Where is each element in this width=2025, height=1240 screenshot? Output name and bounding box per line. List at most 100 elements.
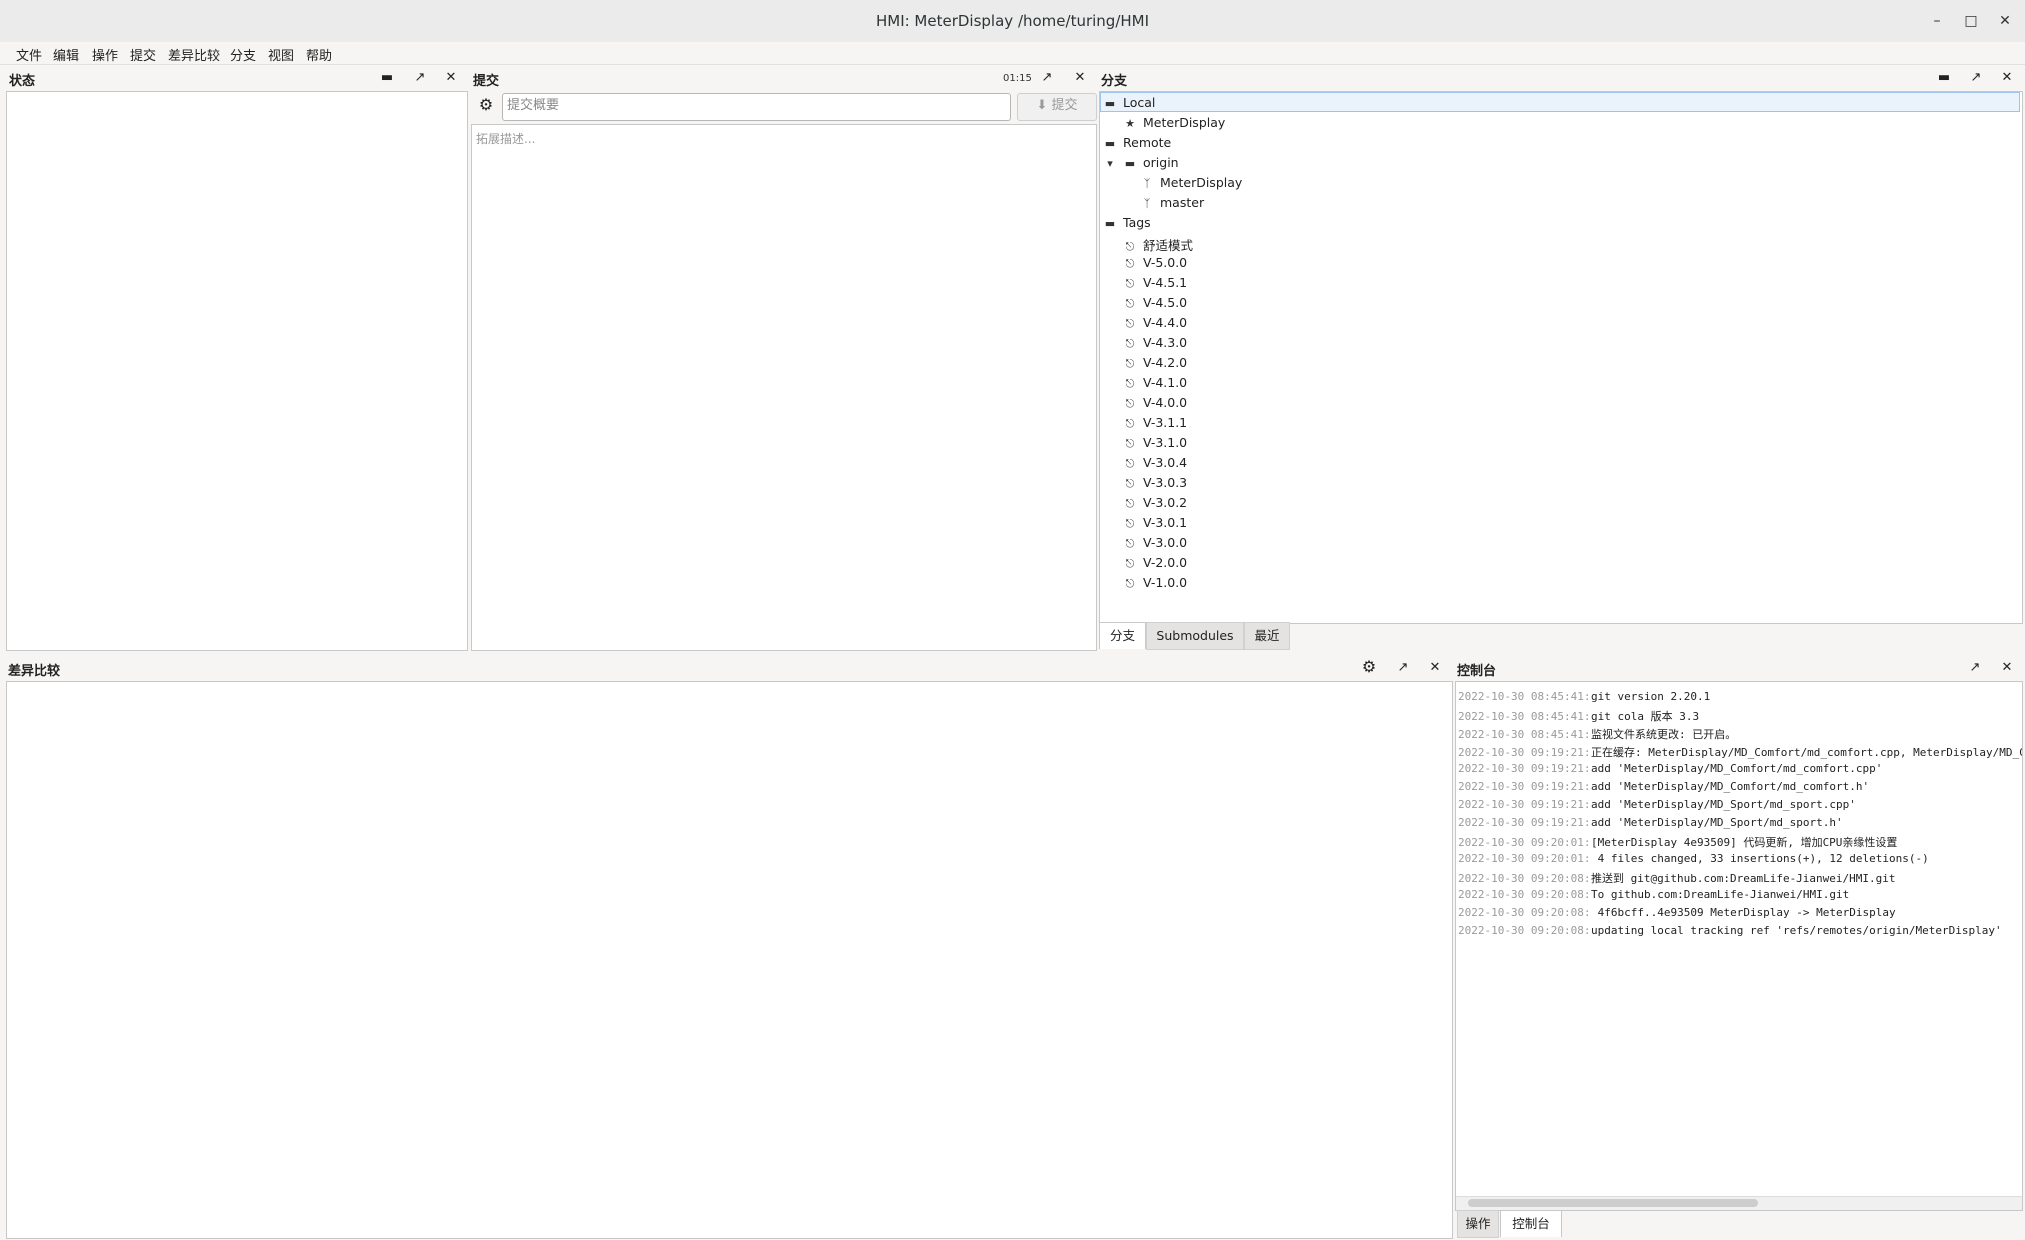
- tree-tag[interactable]: ⎋ V-4.5.0: [1123, 295, 1188, 311]
- log-line: 2022-10-30 08:45:41:监视文件系统更改: 已开启。: [1458, 728, 1737, 741]
- tree-tag[interactable]: ⎋ V-4.1.0: [1123, 375, 1188, 391]
- tag-icon: ⎋: [1125, 417, 1135, 430]
- tree-tag[interactable]: ⎋ V-3.0.0: [1123, 535, 1188, 551]
- tree-tag[interactable]: ⎋ V-3.1.0: [1123, 435, 1188, 451]
- tree-tag[interactable]: ⎋ V-1.0.0: [1123, 575, 1188, 591]
- tree-tags[interactable]: ▬ Tags: [1103, 215, 1151, 230]
- close-icon[interactable]: ✕: [1998, 659, 2016, 677]
- branch-tree[interactable]: [1099, 91, 2023, 624]
- collapse-icon: ▬: [1104, 217, 1116, 230]
- tree-tag[interactable]: ⎋ V-3.0.2: [1123, 495, 1188, 511]
- tree-tag[interactable]: ⎋ V-4.4.0: [1123, 315, 1188, 331]
- tag-icon: ⎋: [1125, 477, 1135, 490]
- log-line: 2022-10-30 09:19:21:add 'MeterDisplay/MD…: [1458, 798, 1856, 811]
- branch-icon: ᛉ: [1143, 177, 1151, 190]
- close-icon[interactable]: ✕: [1426, 659, 1444, 677]
- menu-help[interactable]: 帮助: [306, 45, 332, 64]
- chevron-down-icon: ▾: [1107, 157, 1113, 170]
- tab-actions[interactable]: 操作: [1457, 1210, 1499, 1238]
- collapse-icon[interactable]: ▬: [378, 69, 396, 87]
- tag-icon: ⎋: [1125, 357, 1135, 370]
- tree-tag[interactable]: ⎋ V-4.3.0: [1123, 335, 1188, 351]
- close-icon[interactable]: ✕: [1998, 69, 2016, 87]
- collapse-icon: ▬: [1104, 97, 1116, 110]
- log-line: 2022-10-30 09:20:08:推送到 git@github.com:D…: [1458, 872, 1896, 885]
- tab-submodules[interactable]: Submodules: [1146, 622, 1244, 650]
- tag-icon: ⎋: [1125, 497, 1135, 510]
- status-panel-title: 状态: [9, 74, 36, 89]
- tree-tag[interactable]: ⎋ V-3.1.1: [1123, 415, 1188, 431]
- tag-icon: ⎋: [1125, 377, 1135, 390]
- log-line: 2022-10-30 08:45:41:git version 2.20.1: [1458, 690, 1711, 703]
- commit-description-area[interactable]: 拓展描述...: [471, 124, 1097, 651]
- menu-commit[interactable]: 提交: [130, 45, 156, 64]
- window-titlebar: HMI: MeterDisplay /home/turing/HMI – □ ✕: [0, 0, 2025, 43]
- menu-edit[interactable]: 编辑: [53, 45, 79, 64]
- console-horizontal-scrollbar[interactable]: [1456, 1196, 2022, 1210]
- diff-view[interactable]: [6, 681, 1453, 1239]
- commit-time: 01:15: [1003, 73, 1032, 84]
- menu-file[interactable]: 文件: [16, 45, 42, 64]
- log-line: 2022-10-30 09:20:08:updating local track…: [1458, 924, 2002, 937]
- tree-tag[interactable]: ⎋ V-4.5.1: [1123, 275, 1188, 291]
- tag-icon: ⎋: [1125, 537, 1135, 550]
- menu-branch[interactable]: 分支: [230, 45, 256, 64]
- log-line: 2022-10-30 09:19:21:add 'MeterDisplay/MD…: [1458, 780, 1870, 793]
- float-icon[interactable]: ↗: [1966, 659, 1984, 677]
- menu-view[interactable]: 视图: [268, 45, 294, 64]
- branch-icon: ᛉ: [1143, 197, 1151, 210]
- tree-tag[interactable]: ⎋ 舒适模式: [1123, 235, 1193, 254]
- collapse-icon: ▬: [1104, 137, 1116, 150]
- tag-icon: ⎋: [1125, 277, 1135, 290]
- tree-local-branch[interactable]: ★ MeterDisplay: [1123, 115, 1225, 130]
- tree-tag[interactable]: ⎋ V-2.0.0: [1123, 555, 1188, 571]
- status-pane[interactable]: [6, 91, 468, 651]
- menubar: 文件 编辑 操作 提交 差异比较 分支 视图 帮助: [0, 42, 2025, 65]
- menu-actions[interactable]: 操作: [92, 45, 118, 64]
- commit-button[interactable]: ⬇ 提交: [1017, 93, 1097, 121]
- tag-icon: ⎋: [1125, 397, 1135, 410]
- tag-icon: ⎋: [1125, 317, 1135, 330]
- star-icon: ★: [1125, 117, 1135, 130]
- float-icon[interactable]: ↗: [1038, 69, 1056, 87]
- tree-remote-branch[interactable]: ᛉ master: [1140, 195, 1204, 210]
- tag-icon: ⎋: [1125, 337, 1135, 350]
- commit-button-label: 提交: [1051, 98, 1078, 113]
- close-icon[interactable]: ✕: [1994, 10, 2016, 32]
- tree-remote[interactable]: ▬ Remote: [1103, 135, 1171, 150]
- tab-branches[interactable]: 分支: [1099, 622, 1146, 649]
- tree-local[interactable]: ▬ Local: [1103, 95, 1156, 110]
- gear-icon[interactable]: ⚙: [1360, 658, 1378, 676]
- float-icon[interactable]: ↗: [1394, 659, 1412, 677]
- tree-tag[interactable]: ⎋ V-4.2.0: [1123, 355, 1188, 371]
- maximize-icon[interactable]: □: [1960, 10, 1982, 32]
- download-icon: ⬇: [1036, 98, 1048, 113]
- commit-panel-title: 提交: [473, 74, 500, 89]
- tree-remote-branch[interactable]: ᛉ MeterDisplay: [1140, 175, 1243, 190]
- float-icon[interactable]: ↗: [1967, 69, 1985, 87]
- tree-tag[interactable]: ⎋ V-3.0.4: [1123, 455, 1188, 471]
- tree-remote-origin[interactable]: ▾ ▬ origin: [1103, 155, 1178, 170]
- gear-icon[interactable]: ⚙: [477, 96, 495, 114]
- selected-row-highlight: [1100, 92, 2020, 112]
- collapse-icon[interactable]: ▬: [1935, 69, 1953, 87]
- log-line: 2022-10-30 09:19:21:add 'MeterDisplay/MD…: [1458, 762, 1883, 775]
- float-icon[interactable]: ↗: [411, 69, 429, 87]
- tree-tag[interactable]: ⎋ V-3.0.1: [1123, 515, 1188, 531]
- log-line: 2022-10-30 09:20:01:[MeterDisplay 4e9350…: [1458, 836, 1898, 849]
- scrollbar-thumb[interactable]: [1468, 1199, 1758, 1207]
- menu-diff[interactable]: 差异比较: [168, 45, 220, 64]
- tree-tag[interactable]: ⎋ V-5.0.0: [1123, 255, 1188, 271]
- log-line: 2022-10-30 09:19:21:正在缓存: MeterDisplay/M…: [1458, 746, 2023, 759]
- log-line: 2022-10-30 08:45:41:git cola 版本 3.3: [1458, 710, 1700, 723]
- close-icon[interactable]: ✕: [1071, 69, 1089, 87]
- tree-tag[interactable]: ⎋ V-3.0.3: [1123, 475, 1188, 491]
- tree-tag[interactable]: ⎋ V-4.0.0: [1123, 395, 1188, 411]
- close-icon[interactable]: ✕: [442, 69, 460, 87]
- tab-recent[interactable]: 最近: [1244, 622, 1290, 650]
- console-log[interactable]: 2022-10-30 08:45:41:git version 2.20.1 2…: [1455, 681, 2023, 1211]
- commit-summary-input[interactable]: 提交概要: [502, 93, 1011, 121]
- tab-console[interactable]: 控制台: [1500, 1210, 1562, 1237]
- description-placeholder: 拓展描述...: [476, 132, 536, 146]
- minimize-icon[interactable]: –: [1926, 10, 1948, 32]
